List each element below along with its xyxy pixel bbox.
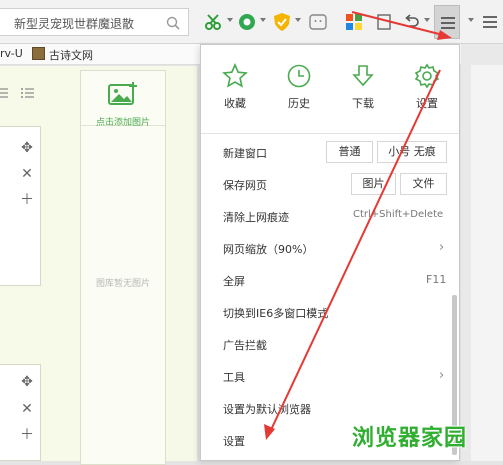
page-editor-column: ✥ ✕ ＋ ✥ ✕ ＋ bbox=[0, 66, 80, 461]
window-icon[interactable] bbox=[374, 12, 394, 32]
menu-item-fullscreen[interactable]: 全屏 F11 bbox=[201, 265, 449, 297]
close-icon[interactable]: ✕ bbox=[20, 402, 34, 416]
list-icon[interactable] bbox=[0, 86, 8, 103]
close-icon[interactable]: ✕ bbox=[20, 167, 34, 181]
chevron-down-icon[interactable] bbox=[295, 18, 301, 22]
menu-item-label: 全屏 bbox=[223, 275, 245, 288]
move-icon[interactable]: ✥ bbox=[20, 141, 34, 155]
list-icon[interactable] bbox=[20, 86, 34, 103]
web-page: ✥ ✕ ＋ ✥ ✕ ＋ 点击添加图片 图库暂无图片 bbox=[0, 66, 197, 465]
menu-item-new-window[interactable]: 新建窗口 普通 小号 无痕 bbox=[201, 137, 449, 169]
menu-item-label: 广告拦截 bbox=[223, 339, 267, 352]
main-menu-button[interactable] bbox=[434, 5, 460, 39]
menu-item-label: 新建窗口 bbox=[223, 147, 267, 160]
chevron-right-icon: › bbox=[439, 240, 445, 255]
shortcut-label: Ctrl+Shift+Delete bbox=[353, 209, 444, 220]
plus-icon[interactable]: ＋ bbox=[20, 428, 34, 442]
shortcut-label: F11 bbox=[426, 273, 447, 286]
settings-button[interactable]: 设置 bbox=[407, 63, 447, 111]
chevron-down-icon[interactable] bbox=[468, 18, 474, 22]
menu-item-label: 设置 bbox=[223, 435, 245, 448]
apps-grid-icon[interactable] bbox=[344, 12, 364, 32]
emoji-icon[interactable] bbox=[308, 12, 328, 32]
menu-item-label: 工具 bbox=[223, 371, 245, 384]
menu-item-ad-block[interactable]: 广告拦截 bbox=[201, 329, 449, 361]
gallery-empty-label: 图库暂无图片 bbox=[95, 279, 150, 289]
menu-item-label: 网页缩放（90%） bbox=[223, 243, 314, 256]
chevron-down-icon[interactable] bbox=[227, 18, 233, 22]
menu-item-save-page[interactable]: 保存网页 图片 文件 bbox=[201, 169, 449, 201]
download-icon bbox=[343, 63, 383, 89]
page-right-panel bbox=[471, 65, 503, 461]
page-right-edge bbox=[461, 44, 503, 461]
clock-icon bbox=[279, 63, 319, 89]
menu-item-label: 清除上网痕迹 bbox=[223, 211, 289, 224]
save-as-image-button[interactable]: 图片 bbox=[351, 173, 396, 195]
chevron-down-icon[interactable] bbox=[260, 18, 266, 22]
content-panel: ✥ ✕ ＋ bbox=[0, 364, 41, 461]
settings-label: 设置 bbox=[416, 97, 438, 110]
menu-item-zoom[interactable]: 网页缩放（90%） › bbox=[201, 233, 449, 265]
star-icon bbox=[215, 63, 255, 89]
image-add-icon bbox=[108, 81, 138, 110]
image-gallery: 点击添加图片 图库暂无图片 bbox=[80, 70, 166, 465]
gear-icon bbox=[407, 63, 447, 89]
plus-icon[interactable]: ＋ bbox=[20, 193, 34, 207]
poetry-site-icon bbox=[32, 47, 45, 60]
new-normal-window-button[interactable]: 普通 bbox=[326, 141, 373, 163]
undo-icon[interactable] bbox=[402, 12, 422, 32]
browser-main-menu: 收藏 历史 下载 设置 新建窗口 普通 小号 无痕 保存网页 图片 文件 清除上… bbox=[200, 44, 460, 461]
site-watermark: 浏览器家园 bbox=[352, 426, 468, 451]
hamburger-icon[interactable] bbox=[482, 14, 498, 33]
bookmark-item[interactable]: rv-U bbox=[0, 47, 23, 60]
address-text: 新型灵宠现世群魔退散 bbox=[14, 17, 135, 31]
bookmark-item[interactable]: 古诗文网 bbox=[49, 47, 93, 63]
downloads-button[interactable]: 下载 bbox=[343, 63, 383, 111]
hamburger-icon bbox=[440, 15, 456, 34]
shield-icon[interactable] bbox=[272, 12, 292, 32]
menu-item-tools[interactable]: 工具 › bbox=[201, 361, 449, 393]
menu-item-label: 切换到IE6多窗口模式 bbox=[223, 307, 329, 320]
add-image-label: 点击添加图片 bbox=[95, 118, 150, 128]
menu-item-clear-history[interactable]: 清除上网痕迹 Ctrl+Shift+Delete bbox=[201, 201, 449, 233]
move-icon[interactable]: ✥ bbox=[20, 375, 34, 389]
menu-item-label: 保存网页 bbox=[223, 179, 267, 192]
history-button[interactable]: 历史 bbox=[279, 63, 319, 111]
browser-toolbar: 新型灵宠现世群魔退散 bbox=[0, 0, 503, 44]
search-icon[interactable] bbox=[165, 15, 181, 31]
chevron-right-icon: › bbox=[439, 368, 445, 383]
new-incognito-window-button[interactable]: 小号 无痕 bbox=[377, 141, 447, 163]
downloads-label: 下载 bbox=[352, 97, 374, 110]
green-circle-icon[interactable] bbox=[237, 12, 257, 32]
add-image-button[interactable]: 点击添加图片 bbox=[81, 71, 165, 128]
chevron-down-icon[interactable] bbox=[424, 18, 430, 22]
favorites-label: 收藏 bbox=[224, 97, 246, 110]
menu-divider bbox=[201, 133, 459, 134]
save-as-file-button[interactable]: 文件 bbox=[400, 173, 447, 195]
content-panel: ✥ ✕ ＋ bbox=[0, 126, 41, 286]
address-bar[interactable]: 新型灵宠现世群魔退散 bbox=[0, 8, 189, 36]
menu-item-label: 设置为默认浏览器 bbox=[223, 403, 311, 416]
favorites-button[interactable]: 收藏 bbox=[215, 63, 255, 111]
history-label: 历史 bbox=[288, 97, 310, 110]
scissors-icon[interactable] bbox=[204, 12, 224, 32]
menu-item-ie6-mode[interactable]: 切换到IE6多窗口模式 bbox=[201, 297, 449, 329]
